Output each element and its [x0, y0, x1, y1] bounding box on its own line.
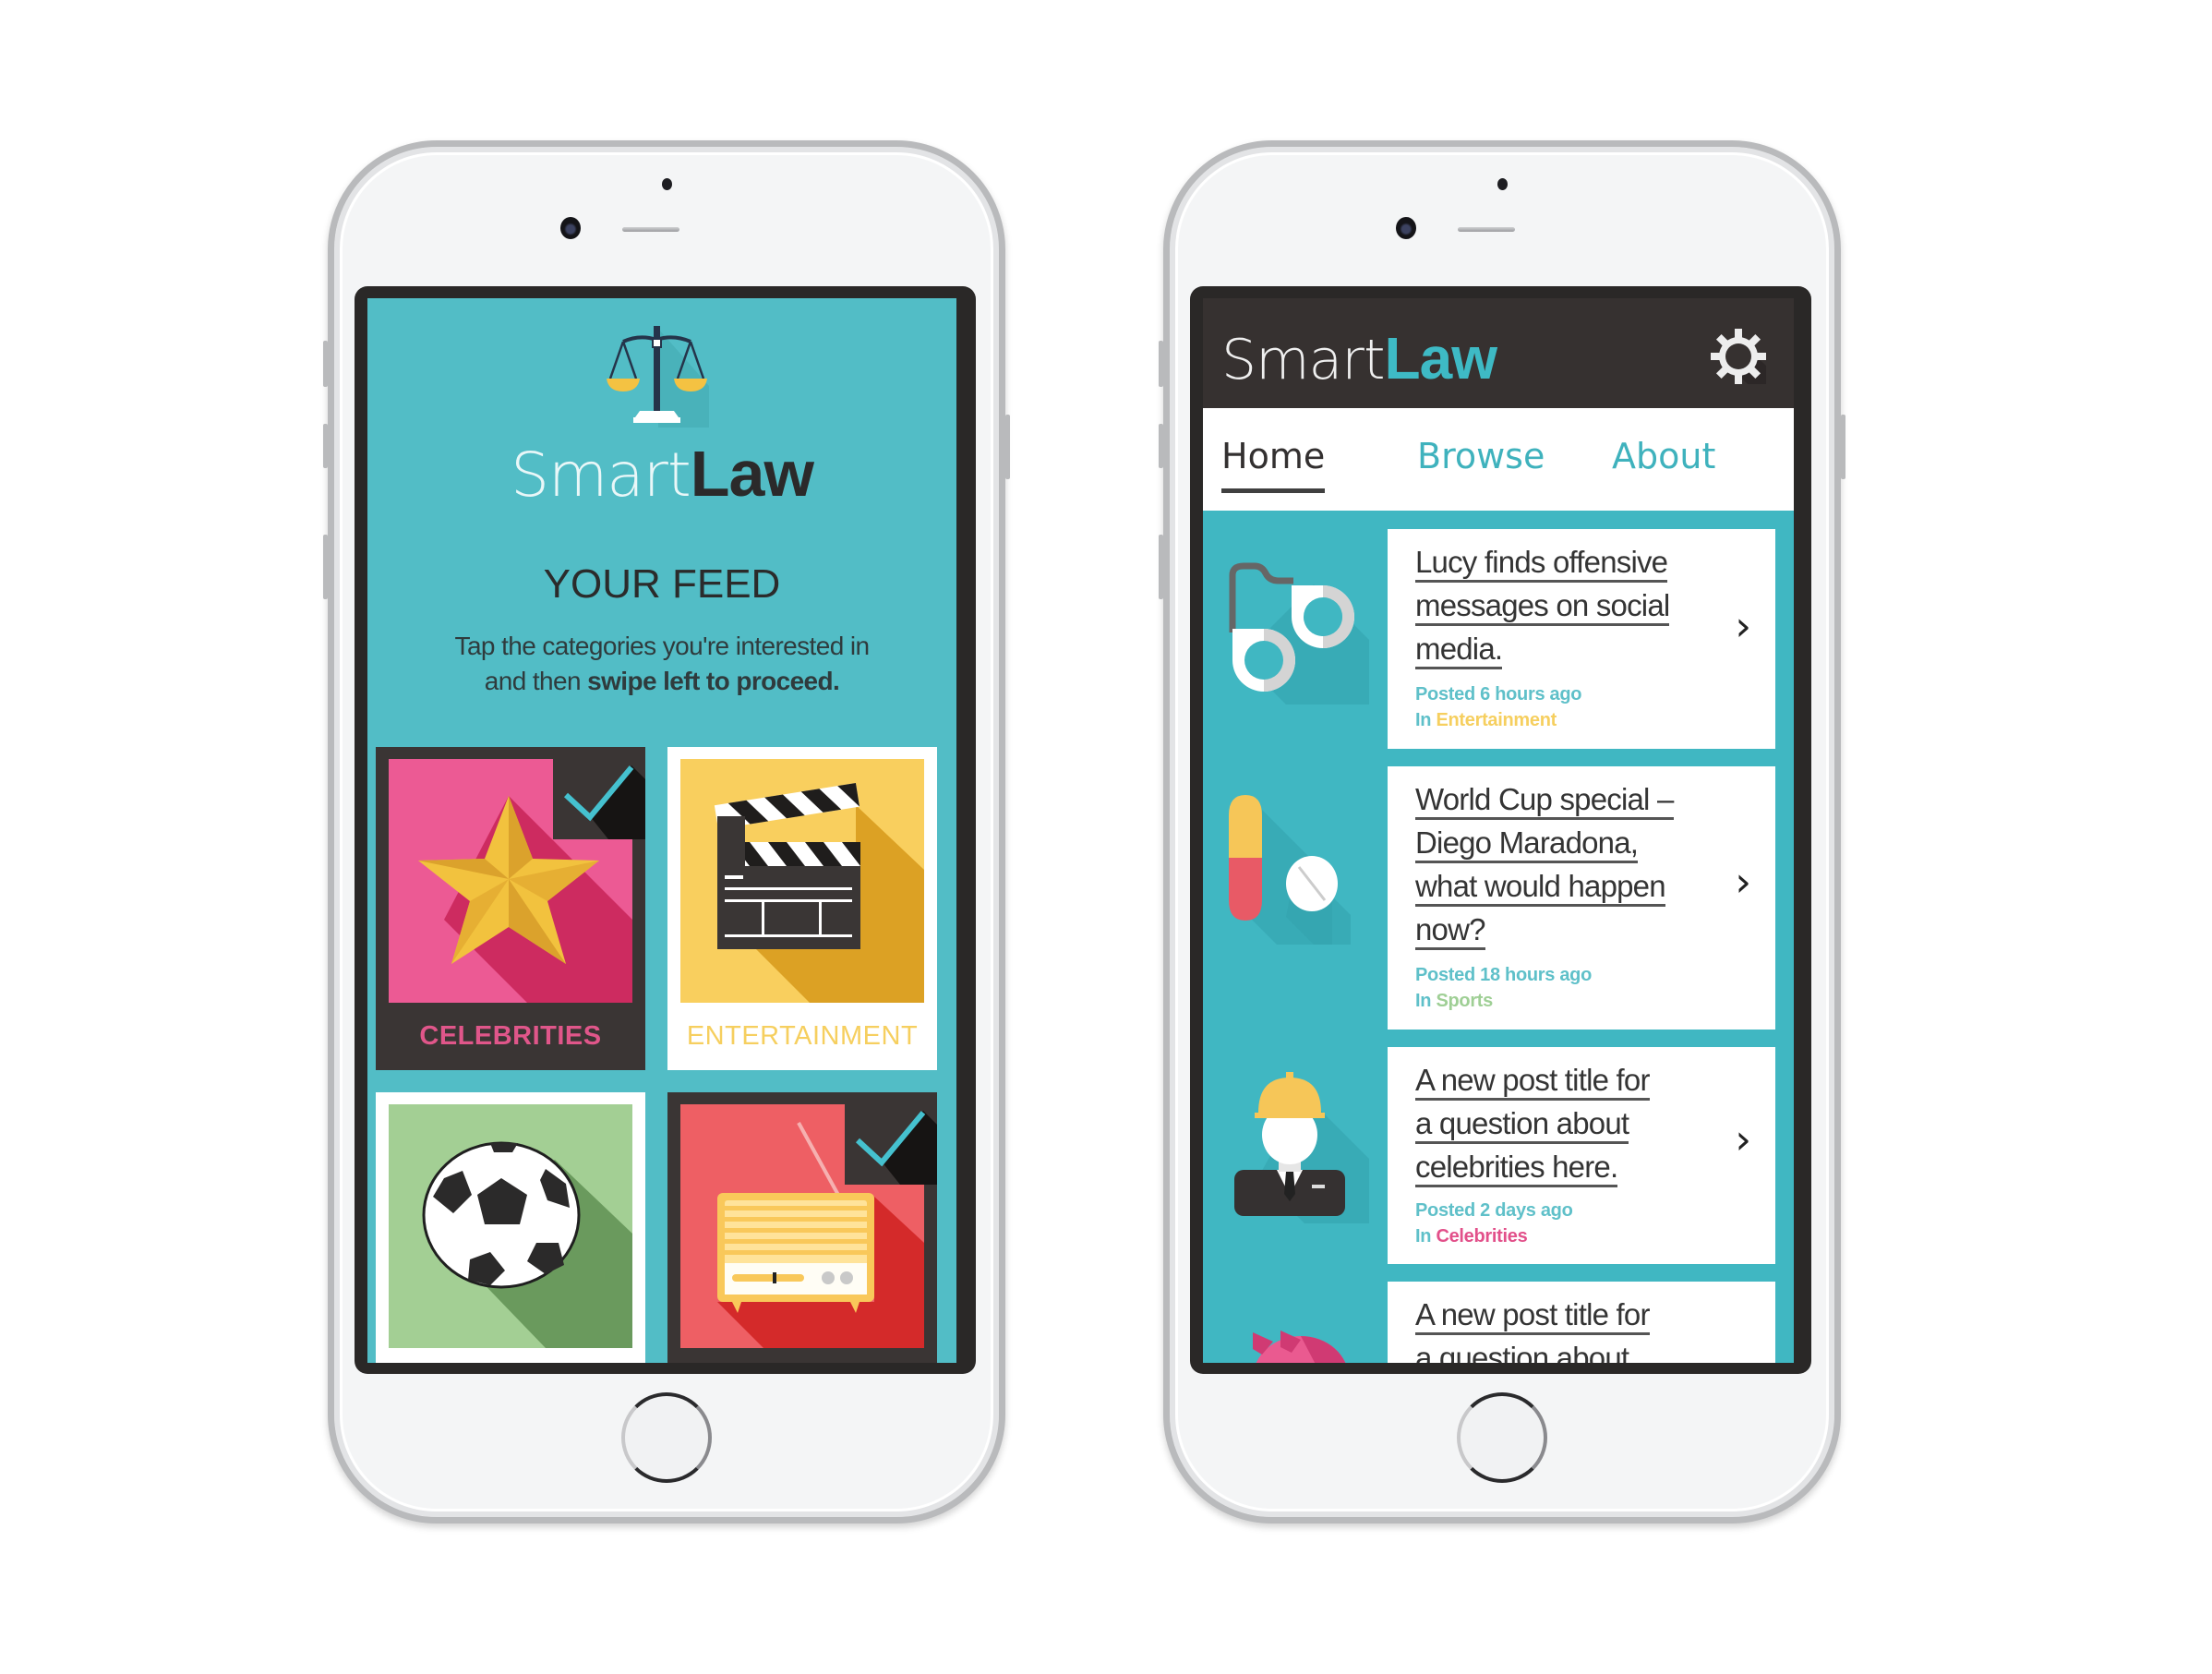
post-timestamp: Posted 18 hours ago	[1415, 965, 1593, 985]
post-card[interactable]: Lucy finds offensive messages on social …	[1388, 529, 1775, 749]
chevron-right-icon[interactable]: ›	[1735, 859, 1751, 906]
sports-image	[389, 1104, 632, 1348]
gear-icon[interactable]	[1711, 329, 1766, 384]
post-title[interactable]: A new post title for a question about	[1415, 1293, 1720, 1363]
instructions-text: Tap the categories you're interested in …	[367, 629, 956, 699]
app-header: SmartLaw	[1203, 298, 1794, 408]
logo-smart: Smart	[1221, 328, 1385, 392]
instructions-line-1: Tap the categories you're interested in	[454, 632, 871, 660]
post-in-label: In	[1415, 710, 1432, 730]
logo-smart: Smart	[511, 440, 691, 511]
selected-check-badge	[553, 747, 645, 839]
page-title: YOUR FEED	[543, 561, 781, 607]
post-title-line: messages on social	[1415, 588, 1670, 626]
post-title-line: a question about	[1415, 1106, 1629, 1144]
post-card[interactable]: A new post title for a question about ce…	[1388, 1047, 1775, 1264]
post-title-line: what would happen	[1415, 869, 1666, 907]
post-category[interactable]: Celebrities	[1436, 1226, 1527, 1246]
home-button[interactable]	[621, 1392, 712, 1483]
post-category[interactable]: Sports	[1436, 991, 1493, 1011]
logo-law: Law	[1384, 325, 1497, 391]
chevron-right-icon[interactable]: ›	[1735, 603, 1751, 650]
mute-switch	[1159, 341, 1163, 387]
scales-of-justice-icon	[607, 326, 709, 428]
front-camera	[1396, 217, 1416, 239]
checkmark-icon	[563, 765, 645, 839]
instructions-plain: and then	[484, 667, 588, 695]
proximity-sensor	[662, 178, 672, 190]
post-title-line: now?	[1415, 912, 1486, 950]
category-tile-celebrities[interactable]: CELEBRITIES	[376, 747, 645, 1070]
power-button	[1005, 415, 1010, 479]
checkmark-icon	[855, 1111, 937, 1185]
post-card[interactable]: World Cup special – Diego Maradona, what…	[1388, 766, 1775, 1030]
earpiece-speaker	[1458, 227, 1515, 232]
pills-icon	[1229, 795, 1351, 945]
left-screen-feed-setup: SmartLaw YOUR FEED Tap the categories yo…	[367, 298, 956, 1363]
proximity-sensor	[1497, 178, 1508, 190]
home-button[interactable]	[1457, 1392, 1547, 1483]
post-title-line: media.	[1415, 632, 1503, 669]
category-tile-media[interactable]	[667, 1092, 937, 1363]
category-tile-sports[interactable]	[376, 1092, 645, 1363]
category-tile-entertainment[interactable]: ENTERTAINMENT	[667, 747, 937, 1070]
category-label: CELEBRITIES	[419, 1021, 602, 1051]
post-in-label: In	[1415, 1226, 1432, 1246]
post-meta: Posted 2 days ago In Celebrities	[1415, 1198, 1573, 1249]
instructions-bold: swipe left to proceed.	[587, 667, 840, 695]
tab-about[interactable]: About	[1612, 436, 1715, 476]
construction-worker-icon	[1234, 1072, 1369, 1223]
post-title-line: celebrities here.	[1415, 1150, 1618, 1187]
front-camera	[560, 217, 581, 239]
post-meta: Posted 6 hours ago In Entertainment	[1415, 681, 1581, 733]
post-title[interactable]: World Cup special – Diego Maradona, what…	[1415, 777, 1720, 951]
post-in-label: In	[1415, 991, 1432, 1011]
post-title-line: Diego Maradona,	[1415, 825, 1639, 863]
tab-browse[interactable]: Browse	[1417, 436, 1545, 476]
post-meta: Posted 18 hours ago In Sports	[1415, 962, 1592, 1014]
category-label: ENTERTAINMENT	[686, 1021, 919, 1051]
post-title-line: A new post title for	[1415, 1297, 1650, 1335]
post-title-line: A new post title for	[1415, 1063, 1650, 1101]
instructions-line-2: and then swipe left to proceed.	[367, 664, 956, 699]
handcuffs-icon	[1229, 562, 1369, 705]
mute-switch	[323, 341, 328, 387]
app-logo: SmartLaw	[1221, 324, 1497, 392]
post-title[interactable]: Lucy finds offensive messages on social …	[1415, 540, 1720, 670]
volume-down-button	[323, 535, 328, 599]
logo-law: Law	[690, 438, 814, 510]
post-title[interactable]: A new post title for a question about ce…	[1415, 1058, 1720, 1188]
selected-check-badge	[845, 1092, 937, 1185]
post-title-line: a question about	[1415, 1341, 1629, 1363]
soccer-ball-icon	[422, 1141, 632, 1348]
volume-down-button	[1159, 535, 1163, 599]
app-logo: SmartLaw	[367, 437, 956, 511]
clapperboard-icon	[714, 782, 924, 1003]
right-screen-home-feed: SmartLaw Home Browse About Lucy finds of…	[1203, 298, 1794, 1363]
post-list: Lucy finds offensive messages on social …	[1203, 511, 1794, 1363]
post-title-line: Lucy finds offensive	[1415, 545, 1668, 583]
post-category[interactable]: Entertainment	[1436, 710, 1557, 730]
post-card[interactable]: A new post title for a question about	[1388, 1282, 1775, 1363]
post-title-line: World Cup special –	[1415, 782, 1674, 820]
power-button	[1841, 415, 1845, 479]
post-timestamp: Posted 2 days ago	[1415, 1200, 1573, 1221]
entertainment-image	[680, 759, 924, 1003]
tab-home[interactable]: Home	[1221, 436, 1326, 493]
earpiece-speaker	[622, 227, 679, 232]
tab-bar: Home Browse About	[1203, 408, 1794, 511]
chevron-right-icon[interactable]: ›	[1735, 1116, 1751, 1163]
piggy-bank-icon	[1253, 1331, 1346, 1363]
volume-up-button	[1159, 424, 1163, 468]
volume-up-button	[323, 424, 328, 468]
post-timestamp: Posted 6 hours ago	[1415, 684, 1582, 705]
